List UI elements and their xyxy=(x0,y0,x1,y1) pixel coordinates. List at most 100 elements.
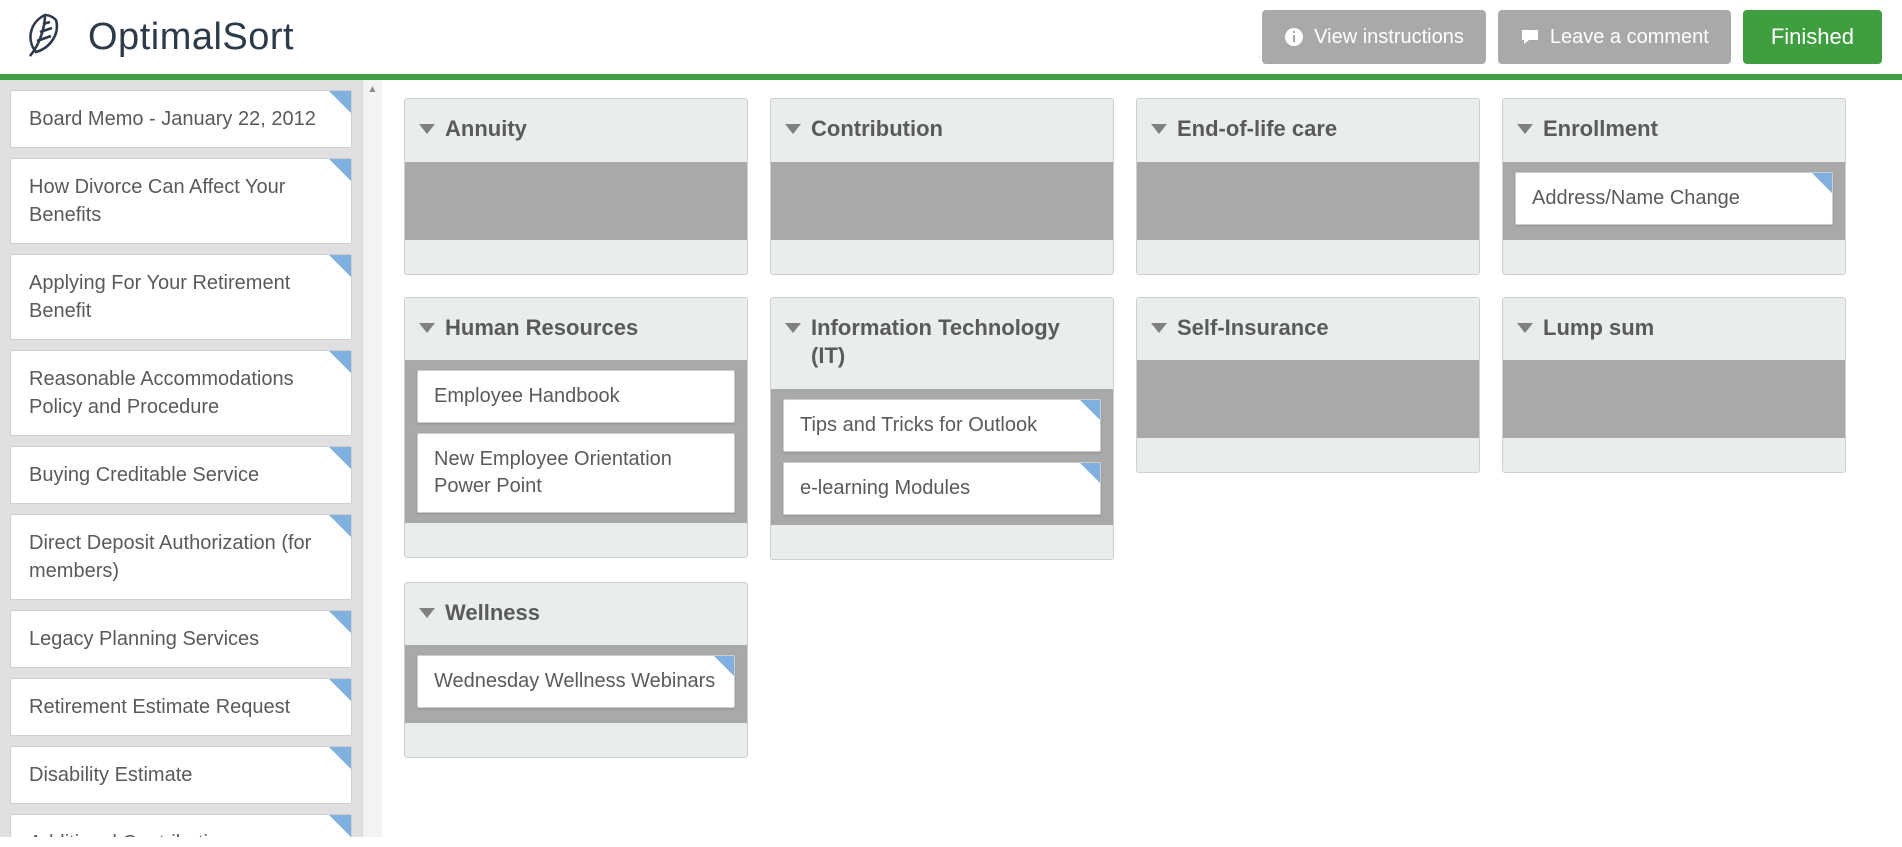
category-footer xyxy=(1503,438,1845,472)
sidebar-wrap: Board Memo - January 22, 2012 How Divorc… xyxy=(0,80,382,837)
category-dropzone[interactable]: Tips and Tricks for Outlook e-learning M… xyxy=(771,389,1113,525)
category-footer xyxy=(1503,240,1845,274)
unsorted-card[interactable]: Board Memo - January 22, 2012 xyxy=(10,90,352,148)
header-actions: View instructions Leave a comment Finish… xyxy=(1262,10,1882,64)
category-title: Contribution xyxy=(811,115,943,144)
main: Board Memo - January 22, 2012 How Divorc… xyxy=(0,80,1902,837)
category-footer xyxy=(1137,438,1479,472)
sorted-card[interactable]: e-learning Modules xyxy=(783,462,1101,515)
card-label: Additional Contributions xyxy=(29,832,240,837)
brand: OptimalSort xyxy=(20,12,294,62)
category-lump-sum[interactable]: Lump sum xyxy=(1502,297,1846,474)
chevron-down-icon xyxy=(1151,323,1167,333)
category-title: Lump sum xyxy=(1543,314,1654,343)
card-label: Legacy Planning Services xyxy=(29,628,259,650)
category-enrollment[interactable]: Enrollment Address/Name Change xyxy=(1502,98,1846,275)
app-header: OptimalSort View instructions Leave a co… xyxy=(0,0,1902,80)
chevron-down-icon xyxy=(1151,124,1167,134)
category-self-insurance[interactable]: Self-Insurance xyxy=(1136,297,1480,474)
category-header[interactable]: Information Technology (IT) xyxy=(771,298,1113,389)
unsorted-card[interactable]: Retirement Estimate Request xyxy=(10,678,352,736)
unsorted-card[interactable]: Direct Deposit Authorization (for member… xyxy=(10,514,352,600)
chevron-down-icon xyxy=(1517,124,1533,134)
brand-title: OptimalSort xyxy=(88,16,294,59)
category-dropzone[interactable]: Address/Name Change xyxy=(1503,162,1845,240)
button-label: View instructions xyxy=(1314,26,1464,49)
category-board: Annuity Contribution End-of-life care xyxy=(382,80,1902,837)
category-annuity[interactable]: Annuity xyxy=(404,98,748,275)
category-header[interactable]: Annuity xyxy=(405,99,747,162)
card-label: Buying Creditable Service xyxy=(29,464,259,486)
category-dropzone[interactable] xyxy=(1137,162,1479,240)
button-label: Finished xyxy=(1771,24,1854,50)
card-label: How Divorce Can Affect Your Benefits xyxy=(29,176,285,226)
sorted-card[interactable]: Address/Name Change xyxy=(1515,172,1833,225)
category-information-technology[interactable]: Information Technology (IT) Tips and Tri… xyxy=(770,297,1114,560)
category-dropzone[interactable] xyxy=(1503,360,1845,438)
chevron-down-icon xyxy=(419,608,435,618)
category-wellness[interactable]: Wellness Wednesday Wellness Webinars xyxy=(404,582,748,759)
card-label: Tips and Tricks for Outlook xyxy=(800,414,1037,436)
category-footer xyxy=(771,240,1113,274)
category-header[interactable]: Lump sum xyxy=(1503,298,1845,361)
category-header[interactable]: Contribution xyxy=(771,99,1113,162)
card-sidebar: Board Memo - January 22, 2012 How Divorc… xyxy=(0,80,362,837)
sorted-card[interactable]: New Employee Orientation Power Point xyxy=(417,433,735,513)
sidebar-scrollbar[interactable]: ▲ xyxy=(362,80,382,837)
category-dropzone[interactable] xyxy=(1137,360,1479,438)
card-label: Address/Name Change xyxy=(1532,187,1740,209)
category-end-of-life-care[interactable]: End-of-life care xyxy=(1136,98,1480,275)
category-header[interactable]: Human Resources xyxy=(405,298,747,361)
unsorted-card[interactable]: How Divorce Can Affect Your Benefits xyxy=(10,158,352,244)
chevron-down-icon xyxy=(785,323,801,333)
category-title: Information Technology (IT) xyxy=(811,314,1095,371)
card-label: Direct Deposit Authorization (for member… xyxy=(29,532,311,582)
chevron-down-icon xyxy=(1517,323,1533,333)
finished-button[interactable]: Finished xyxy=(1743,10,1882,64)
category-header[interactable]: Wellness xyxy=(405,583,747,646)
card-label: Board Memo - January 22, 2012 xyxy=(29,108,316,130)
category-title: Self-Insurance xyxy=(1177,314,1329,343)
chevron-down-icon xyxy=(419,124,435,134)
unsorted-card[interactable]: Legacy Planning Services xyxy=(10,610,352,668)
category-grid: Annuity Contribution End-of-life care xyxy=(404,98,1880,758)
category-dropzone[interactable]: Wednesday Wellness Webinars xyxy=(405,645,747,723)
category-title: Human Resources xyxy=(445,314,638,343)
unsorted-card[interactable]: Reasonable Accommodations Policy and Pro… xyxy=(10,350,352,436)
sorted-card[interactable]: Wednesday Wellness Webinars xyxy=(417,655,735,708)
unsorted-card[interactable]: Additional Contributions xyxy=(10,814,352,837)
card-label: Employee Handbook xyxy=(434,385,620,407)
card-label: Wednesday Wellness Webinars xyxy=(434,670,715,692)
category-dropzone[interactable] xyxy=(405,162,747,240)
category-title: Annuity xyxy=(445,115,527,144)
chevron-down-icon xyxy=(419,323,435,333)
card-label: Disability Estimate xyxy=(29,764,192,786)
scroll-up-icon: ▲ xyxy=(363,80,382,98)
category-header[interactable]: End-of-life care xyxy=(1137,99,1479,162)
chevron-down-icon xyxy=(785,124,801,134)
unsorted-card[interactable]: Buying Creditable Service xyxy=(10,446,352,504)
category-header[interactable]: Enrollment xyxy=(1503,99,1845,162)
category-contribution[interactable]: Contribution xyxy=(770,98,1114,275)
category-footer xyxy=(1137,240,1479,274)
card-label: Reasonable Accommodations Policy and Pro… xyxy=(29,368,294,418)
card-label: Applying For Your Retirement Benefit xyxy=(29,272,290,322)
leave-comment-button[interactable]: Leave a comment xyxy=(1498,10,1731,64)
category-dropzone[interactable]: Employee Handbook New Employee Orientati… xyxy=(405,360,747,523)
category-title: End-of-life care xyxy=(1177,115,1337,144)
comment-icon xyxy=(1520,27,1540,47)
category-dropzone[interactable] xyxy=(771,162,1113,240)
unsorted-card[interactable]: Disability Estimate xyxy=(10,746,352,804)
category-title: Enrollment xyxy=(1543,115,1658,144)
sorted-card[interactable]: Tips and Tricks for Outlook xyxy=(783,399,1101,452)
sorted-card[interactable]: Employee Handbook xyxy=(417,370,735,423)
category-footer xyxy=(771,525,1113,559)
card-label: Retirement Estimate Request xyxy=(29,696,290,718)
category-human-resources[interactable]: Human Resources Employee Handbook New Em… xyxy=(404,297,748,559)
unsorted-card[interactable]: Applying For Your Retirement Benefit xyxy=(10,254,352,340)
category-title: Wellness xyxy=(445,599,540,628)
card-label: New Employee Orientation Power Point xyxy=(434,448,672,497)
category-header[interactable]: Self-Insurance xyxy=(1137,298,1479,361)
card-label: e-learning Modules xyxy=(800,477,970,499)
view-instructions-button[interactable]: View instructions xyxy=(1262,10,1486,64)
